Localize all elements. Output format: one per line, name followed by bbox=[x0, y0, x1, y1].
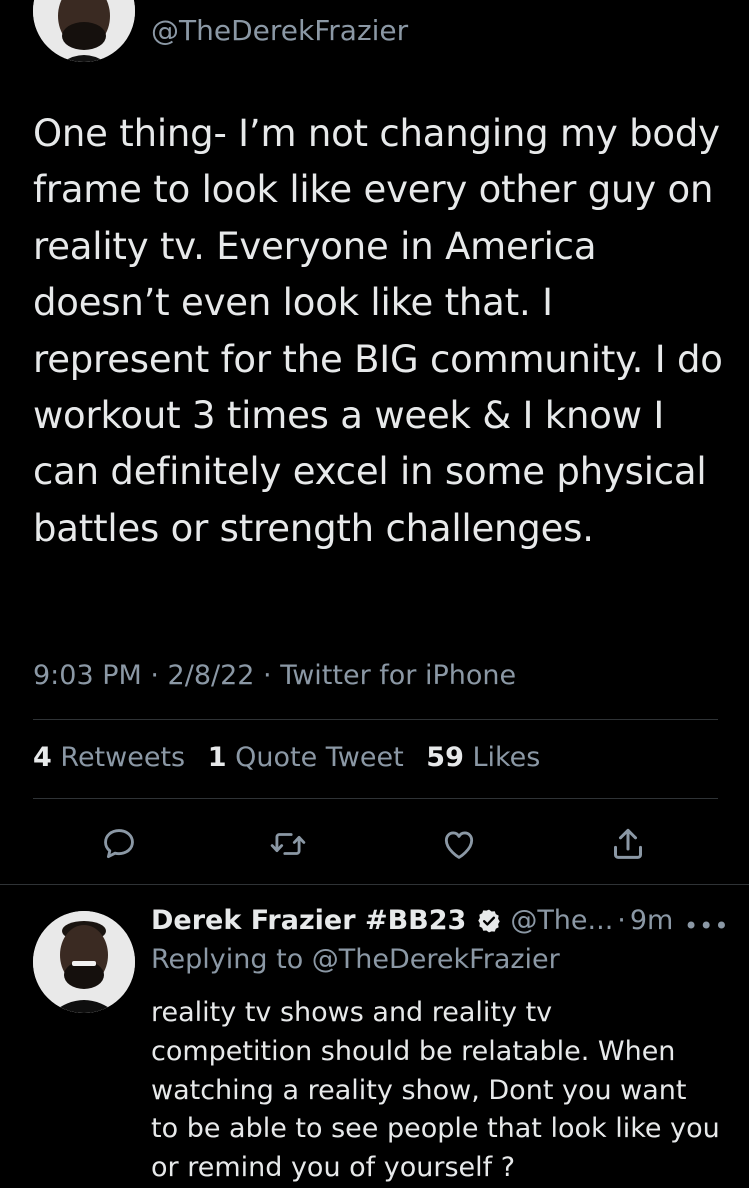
retweet-button[interactable] bbox=[266, 822, 310, 866]
reply-button[interactable] bbox=[97, 822, 141, 866]
divider bbox=[33, 719, 718, 720]
quotes-stat[interactable]: 1 Quote Tweet bbox=[208, 742, 404, 773]
divider bbox=[33, 798, 718, 799]
reply-author-name[interactable]: Derek Frazier #BB23 bbox=[151, 905, 466, 936]
retweets-label: Retweets bbox=[60, 742, 186, 773]
avatar-portrait-icon bbox=[33, 0, 135, 62]
likes-count: 59 bbox=[426, 742, 464, 773]
tweet-text: One thing- I’m not changing my body fram… bbox=[33, 112, 723, 550]
tweet-meta: 9:03 PM · 2/8/22 · Twitter for iPhone bbox=[33, 660, 517, 691]
retweet-icon bbox=[270, 833, 306, 855]
reply-text: reality tv shows and reality tv competit… bbox=[151, 997, 720, 1184]
reply-icon bbox=[104, 829, 134, 859]
reply-author-handle[interactable]: @The... bbox=[510, 905, 613, 936]
author-handle[interactable]: @TheDerekFrazier bbox=[151, 14, 408, 47]
reply-timestamp[interactable]: 9m bbox=[630, 905, 673, 936]
likes-label: Likes bbox=[472, 742, 541, 773]
avatar-portrait-icon bbox=[33, 911, 135, 1013]
share-icon bbox=[614, 828, 642, 859]
share-button[interactable] bbox=[606, 822, 650, 866]
reply-author-avatar[interactable] bbox=[33, 911, 135, 1013]
like-icon bbox=[444, 831, 474, 859]
likes-stat[interactable]: 59 Likes bbox=[426, 742, 540, 773]
more-options-icon[interactable]: ••• bbox=[684, 912, 729, 940]
retweets-stat[interactable]: 4 Retweets bbox=[33, 742, 185, 773]
retweets-count: 4 bbox=[33, 742, 52, 773]
quotes-label: Quote Tweet bbox=[235, 742, 404, 773]
separator-dot: · bbox=[617, 905, 626, 936]
replying-to[interactable]: Replying to @TheDerekFrazier bbox=[151, 944, 560, 975]
divider bbox=[0, 884, 749, 885]
reply-header: Derek Frazier #BB23 @The... · 9m bbox=[151, 905, 673, 936]
tweet-stats: 4 Retweets 1 Quote Tweet 59 Likes bbox=[33, 742, 554, 773]
author-avatar[interactable] bbox=[33, 0, 135, 62]
quotes-count: 1 bbox=[207, 742, 227, 773]
like-button[interactable] bbox=[437, 822, 481, 866]
verified-badge-icon bbox=[476, 908, 502, 934]
